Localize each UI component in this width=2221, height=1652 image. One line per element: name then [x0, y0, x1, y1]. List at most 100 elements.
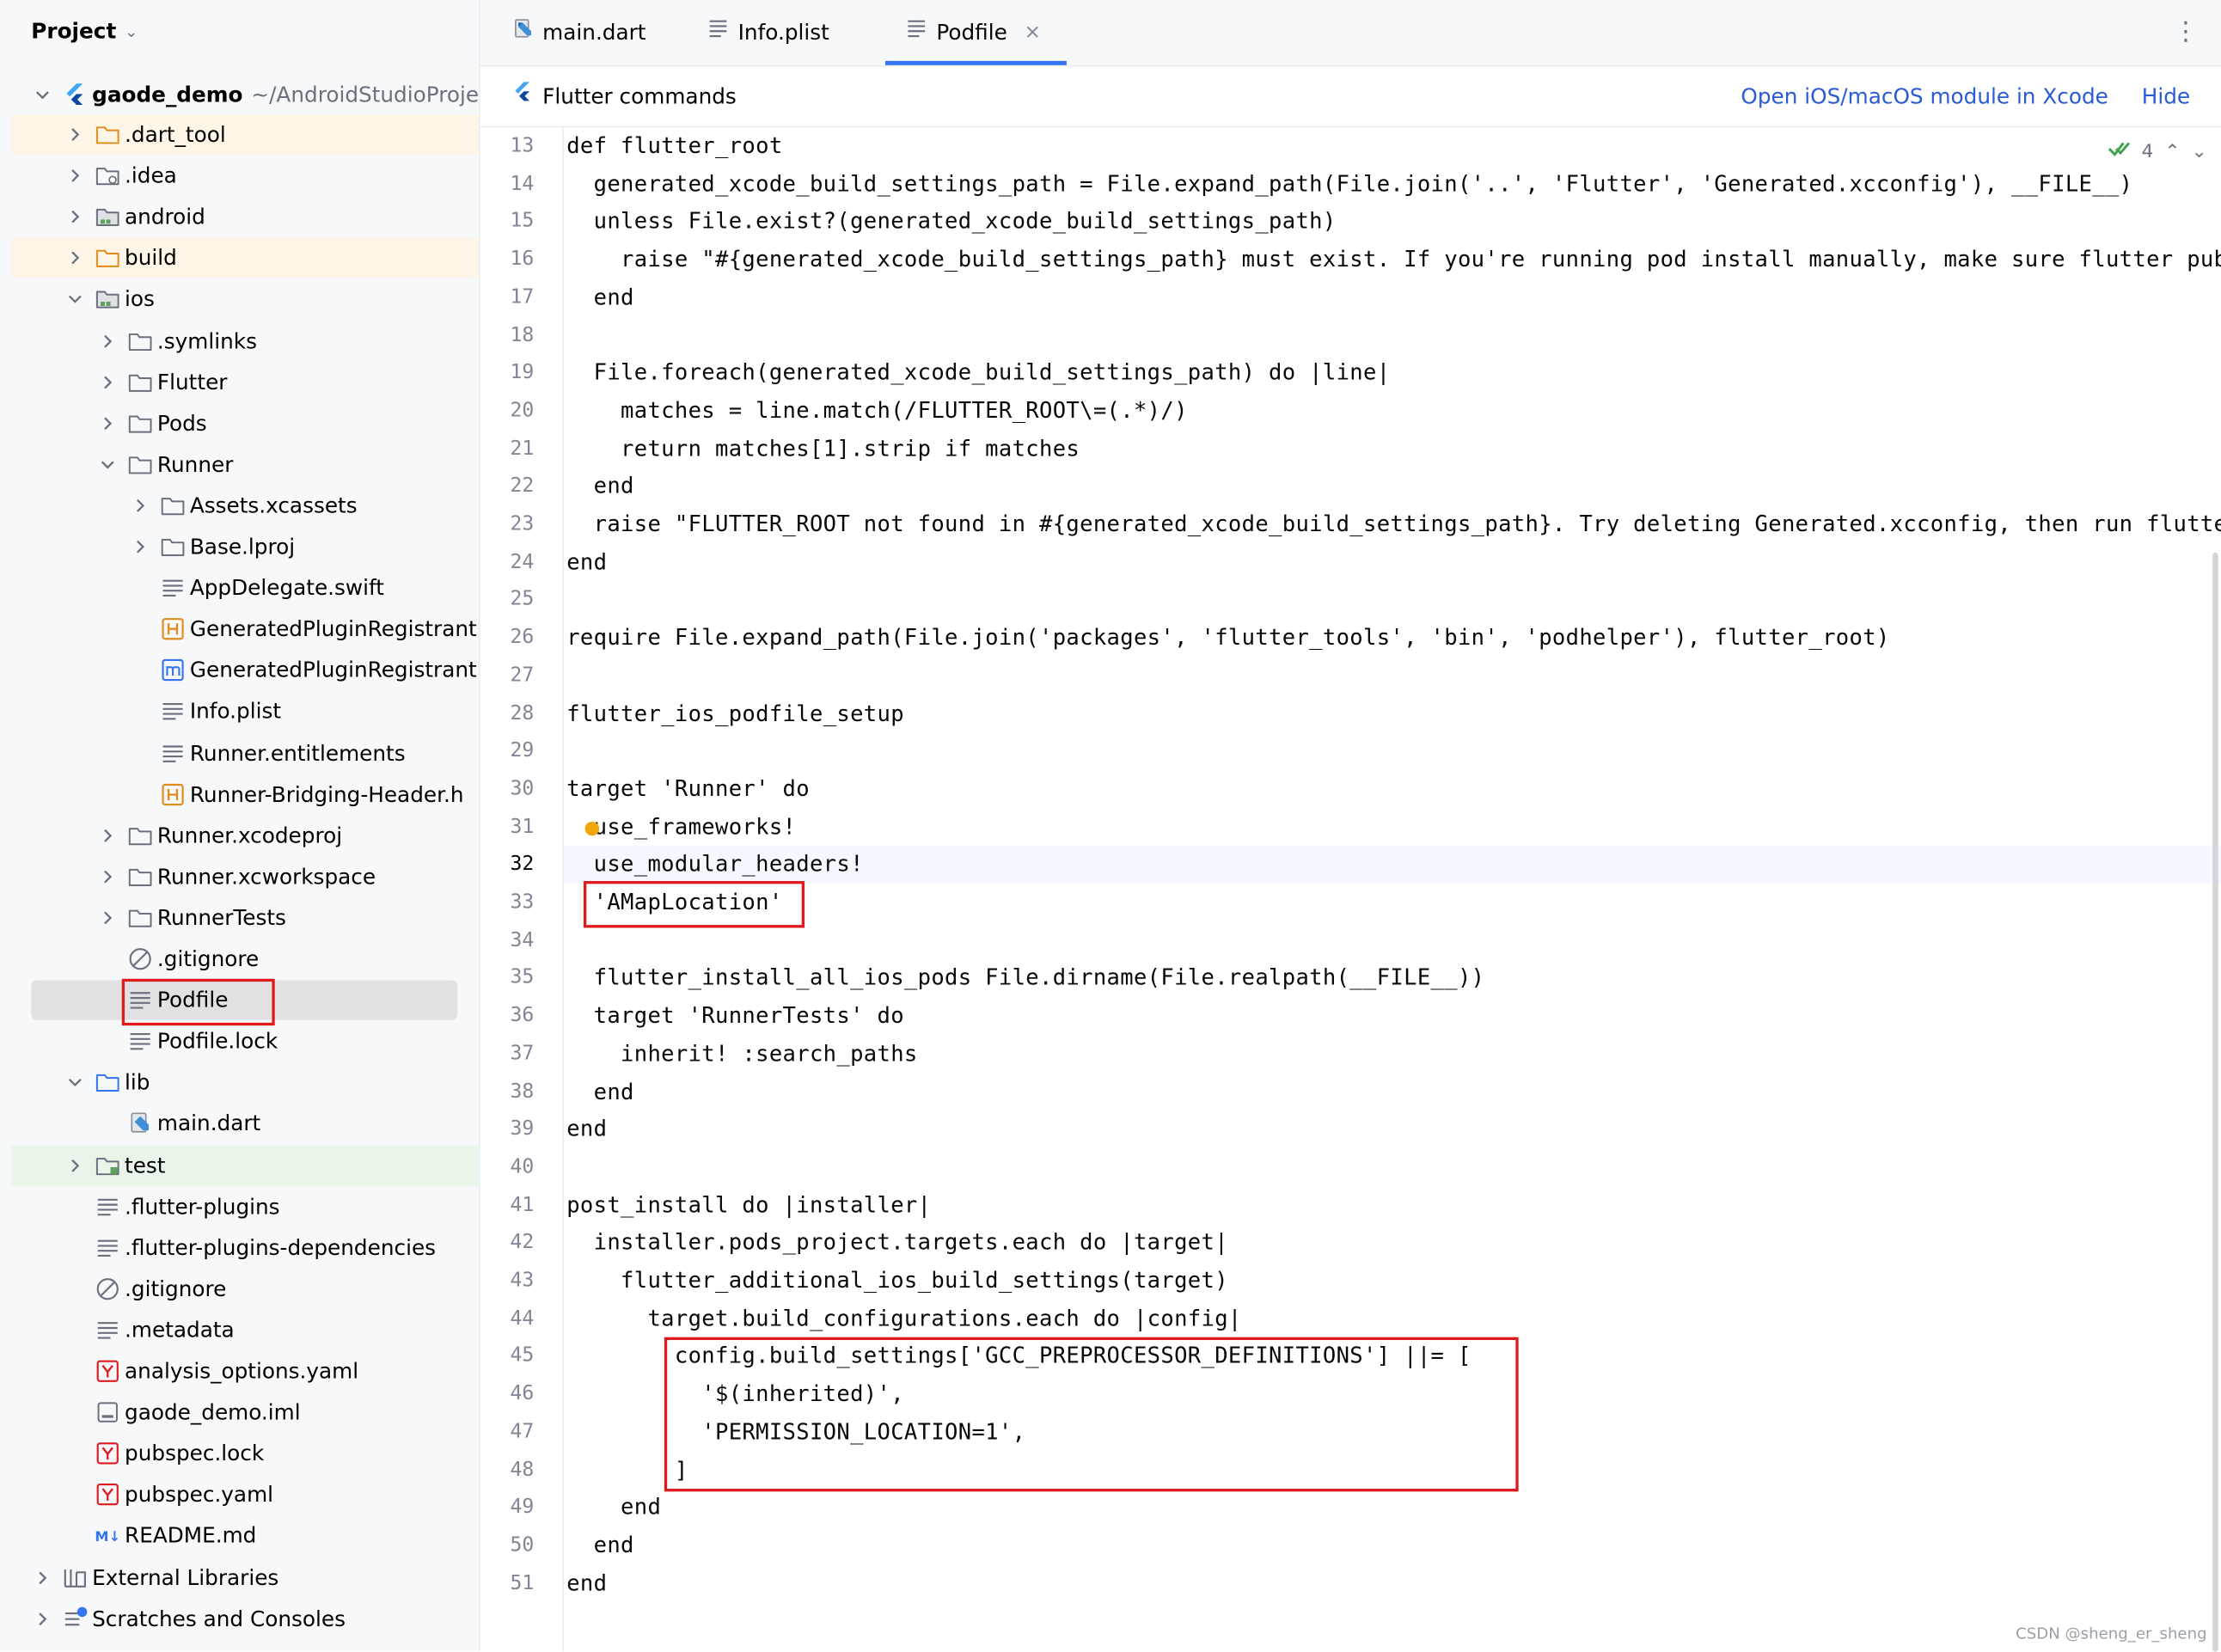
code-line[interactable]: post_install do |installer| — [566, 1186, 931, 1224]
chevron-right-icon[interactable] — [96, 370, 119, 393]
code-line[interactable]: flutter_ios_podfile_setup — [566, 694, 904, 732]
lightbulb-icon[interactable] — [584, 821, 600, 836]
chevron-right-icon[interactable] — [96, 907, 119, 929]
tree-item-runner[interactable]: Runner — [11, 444, 479, 484]
inspection-widget[interactable]: 4 ⌃ ⌄ — [2108, 136, 2207, 167]
close-icon[interactable]: × — [1025, 0, 1041, 65]
tree-item-metadata[interactable]: .metadata — [11, 1310, 479, 1349]
tree-item-podfile-lock[interactable]: Podfile.lock — [11, 1022, 479, 1062]
more-options-icon[interactable]: ⋮ — [2173, 0, 2199, 65]
tree-item-flutter[interactable]: Flutter — [11, 362, 479, 401]
line-number-gutter[interactable]: 13 14 15 16 17 18 19 20 21 22 23 24 25 26 27 28 29 30 31 32… — [480, 127, 564, 1652]
code-line[interactable]: target 'RunnerTests' do — [566, 997, 904, 1035]
chevron-right-icon[interactable] — [64, 164, 86, 187]
chevron-right-icon[interactable] — [96, 329, 119, 352]
tree-item-dart-tool[interactable]: .dart_tool — [11, 114, 480, 155]
tree-item-idea[interactable]: .idea — [11, 156, 479, 195]
code-line[interactable]: end — [566, 1073, 634, 1111]
tree-item-runner-xcodeproj[interactable]: Runner.xcodeproj — [11, 816, 479, 855]
chevron-right-icon[interactable] — [64, 247, 86, 269]
tree-item-runner-entitlements[interactable]: Runner.entitlements — [11, 733, 479, 773]
tab-info-plist[interactable]: Info.plist — [707, 0, 829, 65]
code-line[interactable]: File.foreach(generated_xcode_build_setti… — [566, 354, 1390, 392]
tree-item-generatedpluginregistrant-m[interactable]: GeneratedPluginRegistrant.m — [11, 651, 479, 690]
tree-item-test[interactable]: test — [11, 1145, 480, 1185]
code-line[interactable]: target 'Runner' do — [566, 770, 810, 808]
chevron-down-icon[interactable] — [64, 288, 86, 310]
code-line[interactable]: installer.pods_project.targets.each do |… — [566, 1224, 1228, 1262]
open-in-xcode-link[interactable]: Open iOS/macOS module in Xcode — [1741, 66, 2108, 125]
code-line[interactable]: use_modular_headers! — [566, 846, 864, 884]
tree-item-base-lproj[interactable]: Base.lproj — [11, 527, 479, 566]
tree-item-readme-md[interactable]: M↓ README.md — [11, 1516, 479, 1556]
tree-item-flutter-plugins-dependencies[interactable]: .flutter-plugins-dependencies — [11, 1227, 479, 1267]
tree-item-lib[interactable]: lib — [11, 1062, 479, 1102]
tree-item-build[interactable]: build — [11, 238, 480, 278]
tree-item-gitignore[interactable]: .gitignore — [11, 1269, 479, 1308]
code-line[interactable]: use_frameworks! — [566, 808, 796, 846]
project-view-selector[interactable]: Project ⌄ — [31, 14, 138, 48]
tree-item-scratches-and-consoles[interactable]: Scratches and Consoles — [11, 1599, 479, 1638]
chevron-right-icon[interactable] — [96, 412, 119, 434]
chevron-right-icon[interactable] — [31, 1607, 53, 1630]
tree-item-pods[interactable]: Pods — [11, 403, 479, 443]
tree-item-gaode-demo-iml[interactable]: gaode_demo.iml — [11, 1392, 479, 1432]
chevron-right-icon[interactable] — [129, 535, 151, 558]
chevron-right-icon[interactable] — [129, 494, 151, 517]
code-line[interactable]: def flutter_root — [566, 127, 782, 165]
chevron-right-icon[interactable] — [96, 866, 119, 888]
tree-item-appdelegate-swift[interactable]: AppDelegate.swift — [11, 568, 479, 608]
code-line[interactable]: end — [566, 1527, 634, 1564]
tree-item-assets-xcassets[interactable]: Assets.xcassets — [11, 486, 479, 525]
tab-podfile[interactable]: Podfile × — [885, 0, 1067, 65]
vertical-scrollbar[interactable] — [2212, 552, 2218, 1652]
code-line[interactable]: end — [566, 1564, 607, 1602]
code-line[interactable]: end — [566, 278, 634, 316]
chevron-right-icon[interactable] — [31, 1566, 53, 1588]
code-line[interactable]: end — [566, 1489, 661, 1527]
code-line[interactable]: generated_xcode_build_settings_path = Fi… — [566, 165, 2132, 203]
tab-main-dart[interactable]: main.dart — [511, 0, 646, 65]
code-line[interactable]: flutter_additional_ios_build_settings(ta… — [566, 1262, 1228, 1300]
chevron-right-icon[interactable] — [64, 205, 86, 228]
tree-item-runner-xcworkspace[interactable]: Runner.xcworkspace — [11, 857, 479, 896]
tree-item-generatedpluginregistrant-h[interactable]: GeneratedPluginRegistrant.h — [11, 609, 479, 649]
chevron-right-icon[interactable] — [64, 123, 86, 145]
tree-item-external-libraries[interactable]: External Libraries — [11, 1557, 479, 1597]
tree-item-symlinks[interactable]: .symlinks — [11, 321, 479, 360]
tree-item-label: AppDelegate.swift — [189, 575, 384, 601]
code-line[interactable]: inherit! :search_paths — [566, 1035, 917, 1073]
code-line[interactable]: matches = line.match(/FLUTTER_ROOT\=(.*)… — [566, 392, 1188, 430]
code-line[interactable]: unless File.exist?(generated_xcode_build… — [566, 203, 1337, 241]
tree-item-pubspec-yaml[interactable]: pubspec.yaml — [11, 1475, 479, 1514]
chevron-down-icon[interactable] — [96, 453, 119, 475]
code-line[interactable]: raise "FLUTTER_ROOT not found in #{gener… — [566, 505, 2221, 543]
hide-link[interactable]: Hide — [2142, 66, 2190, 125]
chevron-down-icon[interactable] — [31, 83, 53, 106]
tree-item-info-plist[interactable]: Info.plist — [11, 692, 479, 731]
tree-item-flutter-plugins[interactable]: .flutter-plugins — [11, 1186, 479, 1226]
tree-root-gaode-demo[interactable]: gaode_demo ~/AndroidStudioProje — [11, 75, 479, 114]
tree-item-pubspec-lock[interactable]: pubspec.lock — [11, 1434, 479, 1473]
tree-item-runnertests[interactable]: RunnerTests — [11, 898, 479, 938]
chevron-down-icon[interactable]: ⌄ — [2192, 141, 2207, 162]
chevron-down-icon[interactable] — [64, 1071, 86, 1093]
code-line[interactable]: target.build_configurations.each do |con… — [566, 1300, 1241, 1337]
code-line[interactable]: end — [566, 468, 634, 505]
code-line[interactable]: end — [566, 1111, 607, 1148]
tree-item-main-dart[interactable]: main.dart — [11, 1104, 479, 1143]
tree-item-runner-bridging-header-h[interactable]: Runner-Bridging-Header.h — [11, 774, 479, 814]
code-line[interactable]: require File.expand_path(File.join('pack… — [566, 619, 1889, 657]
tree-item-ios[interactable]: ios — [11, 279, 479, 319]
chevron-up-icon[interactable]: ⌃ — [2164, 141, 2180, 162]
tree-item-android[interactable]: android — [11, 197, 479, 236]
code-line[interactable]: return matches[1].strip if matches — [566, 430, 1080, 468]
chevron-right-icon[interactable] — [96, 824, 119, 847]
code-line[interactable]: raise "#{generated_xcode_build_settings_… — [566, 241, 2221, 278]
tree-item-gitignore[interactable]: .gitignore — [11, 939, 479, 979]
tree-item-label: main.dart — [156, 1111, 261, 1137]
code-line[interactable]: end — [566, 543, 607, 581]
tree-item-analysis-options-yaml[interactable]: analysis_options.yaml — [11, 1351, 479, 1391]
chevron-right-icon[interactable] — [64, 1153, 86, 1176]
code-line[interactable]: flutter_install_all_ios_pods File.dirnam… — [566, 959, 1484, 997]
